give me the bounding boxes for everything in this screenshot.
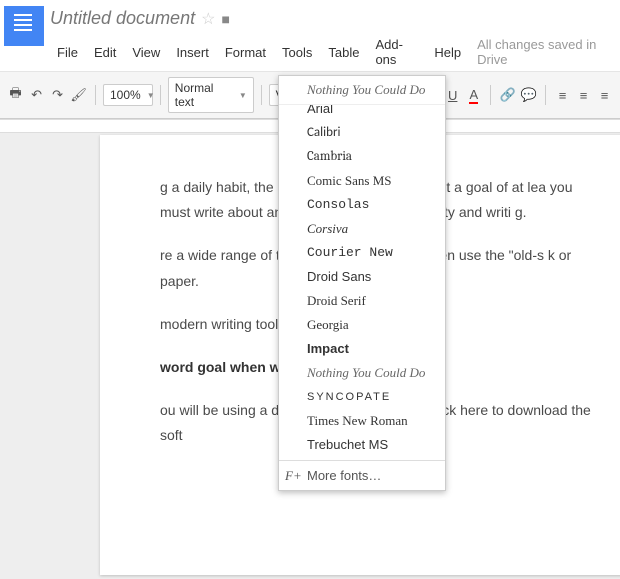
zoom-combo[interactable]: 100%▼ bbox=[103, 84, 153, 106]
redo-icon[interactable]: ↷ bbox=[48, 83, 67, 107]
font-option[interactable]: Calibri bbox=[279, 121, 445, 145]
menu-insert[interactable]: Insert bbox=[169, 41, 216, 64]
font-dropdown-menu: Nothing You Could Do ArialCalibriCambria… bbox=[278, 75, 446, 491]
separator bbox=[95, 85, 96, 105]
font-option[interactable]: Comic Sans MS bbox=[279, 169, 445, 193]
menu-file[interactable]: File bbox=[50, 41, 85, 64]
menu-edit[interactable]: Edit bbox=[87, 41, 123, 64]
font-option[interactable]: Impact bbox=[279, 337, 445, 361]
font-option[interactable]: Cambria bbox=[279, 145, 445, 169]
font-option[interactable]: Consolas bbox=[279, 193, 445, 217]
font-option[interactable]: Droid Serif bbox=[279, 289, 445, 313]
font-option[interactable]: Corsiva bbox=[279, 217, 445, 241]
align-left-icon[interactable]: ≡ bbox=[553, 83, 572, 107]
font-option[interactable]: Times New Roman bbox=[279, 409, 445, 433]
font-option[interactable]: Trebuchet MS bbox=[279, 433, 445, 457]
font-option[interactable]: Nothing You Could Do bbox=[279, 361, 445, 385]
font-option[interactable]: Courier New bbox=[279, 241, 445, 265]
more-fonts-item[interactable]: F+ More fonts… bbox=[279, 460, 445, 490]
insert-comment-icon[interactable]: 💬 bbox=[519, 83, 538, 107]
font-option[interactable]: Georgia bbox=[279, 313, 445, 337]
docs-logo-icon[interactable] bbox=[4, 6, 44, 46]
separator bbox=[490, 85, 491, 105]
font-recent-item[interactable]: Nothing You Could Do bbox=[279, 76, 445, 105]
folder-icon[interactable]: ■ bbox=[221, 11, 229, 27]
menu-format[interactable]: Format bbox=[218, 41, 273, 64]
titlebar: Untitled document ☆ ■ File Edit View Ins… bbox=[50, 6, 620, 71]
print-icon[interactable]: 🖶 bbox=[6, 83, 25, 107]
save-status: All changes saved in Drive bbox=[470, 33, 620, 71]
menu-view[interactable]: View bbox=[125, 41, 167, 64]
star-icon[interactable]: ☆ bbox=[201, 9, 215, 29]
paint-format-icon[interactable]: 🖌 bbox=[69, 83, 88, 107]
font-option[interactable]: syncopate bbox=[279, 385, 445, 409]
align-right-icon[interactable]: ≡ bbox=[595, 83, 614, 107]
menu-tools[interactable]: Tools bbox=[275, 41, 319, 64]
chevron-down-icon: ▼ bbox=[239, 91, 247, 100]
text-color-button[interactable]: A bbox=[464, 83, 483, 107]
menu-table[interactable]: Table bbox=[321, 41, 366, 64]
menu-addons[interactable]: Add-ons bbox=[368, 33, 425, 71]
paragraph-style-combo[interactable]: Normal text▼ bbox=[168, 77, 254, 113]
insert-link-icon[interactable]: 🔗 bbox=[498, 83, 517, 107]
separator bbox=[261, 85, 262, 105]
align-center-icon[interactable]: ≡ bbox=[574, 83, 593, 107]
app-header: Untitled document ☆ ■ File Edit View Ins… bbox=[0, 0, 620, 72]
undo-icon[interactable]: ↶ bbox=[27, 83, 46, 107]
font-list-scroll[interactable]: ArialCalibriCambriaComic Sans MSConsolas… bbox=[279, 105, 445, 460]
menubar: File Edit View Insert Format Tools Table… bbox=[50, 33, 620, 71]
font-option[interactable]: Arial bbox=[279, 105, 445, 121]
separator bbox=[160, 85, 161, 105]
font-option[interactable]: Droid Sans bbox=[279, 265, 445, 289]
menu-help[interactable]: Help bbox=[427, 41, 468, 64]
chevron-down-icon: ▼ bbox=[147, 91, 155, 100]
underline-button[interactable]: U bbox=[443, 83, 462, 107]
separator bbox=[545, 85, 546, 105]
more-fonts-icon: F+ bbox=[285, 468, 302, 484]
document-title[interactable]: Untitled document bbox=[50, 8, 195, 29]
